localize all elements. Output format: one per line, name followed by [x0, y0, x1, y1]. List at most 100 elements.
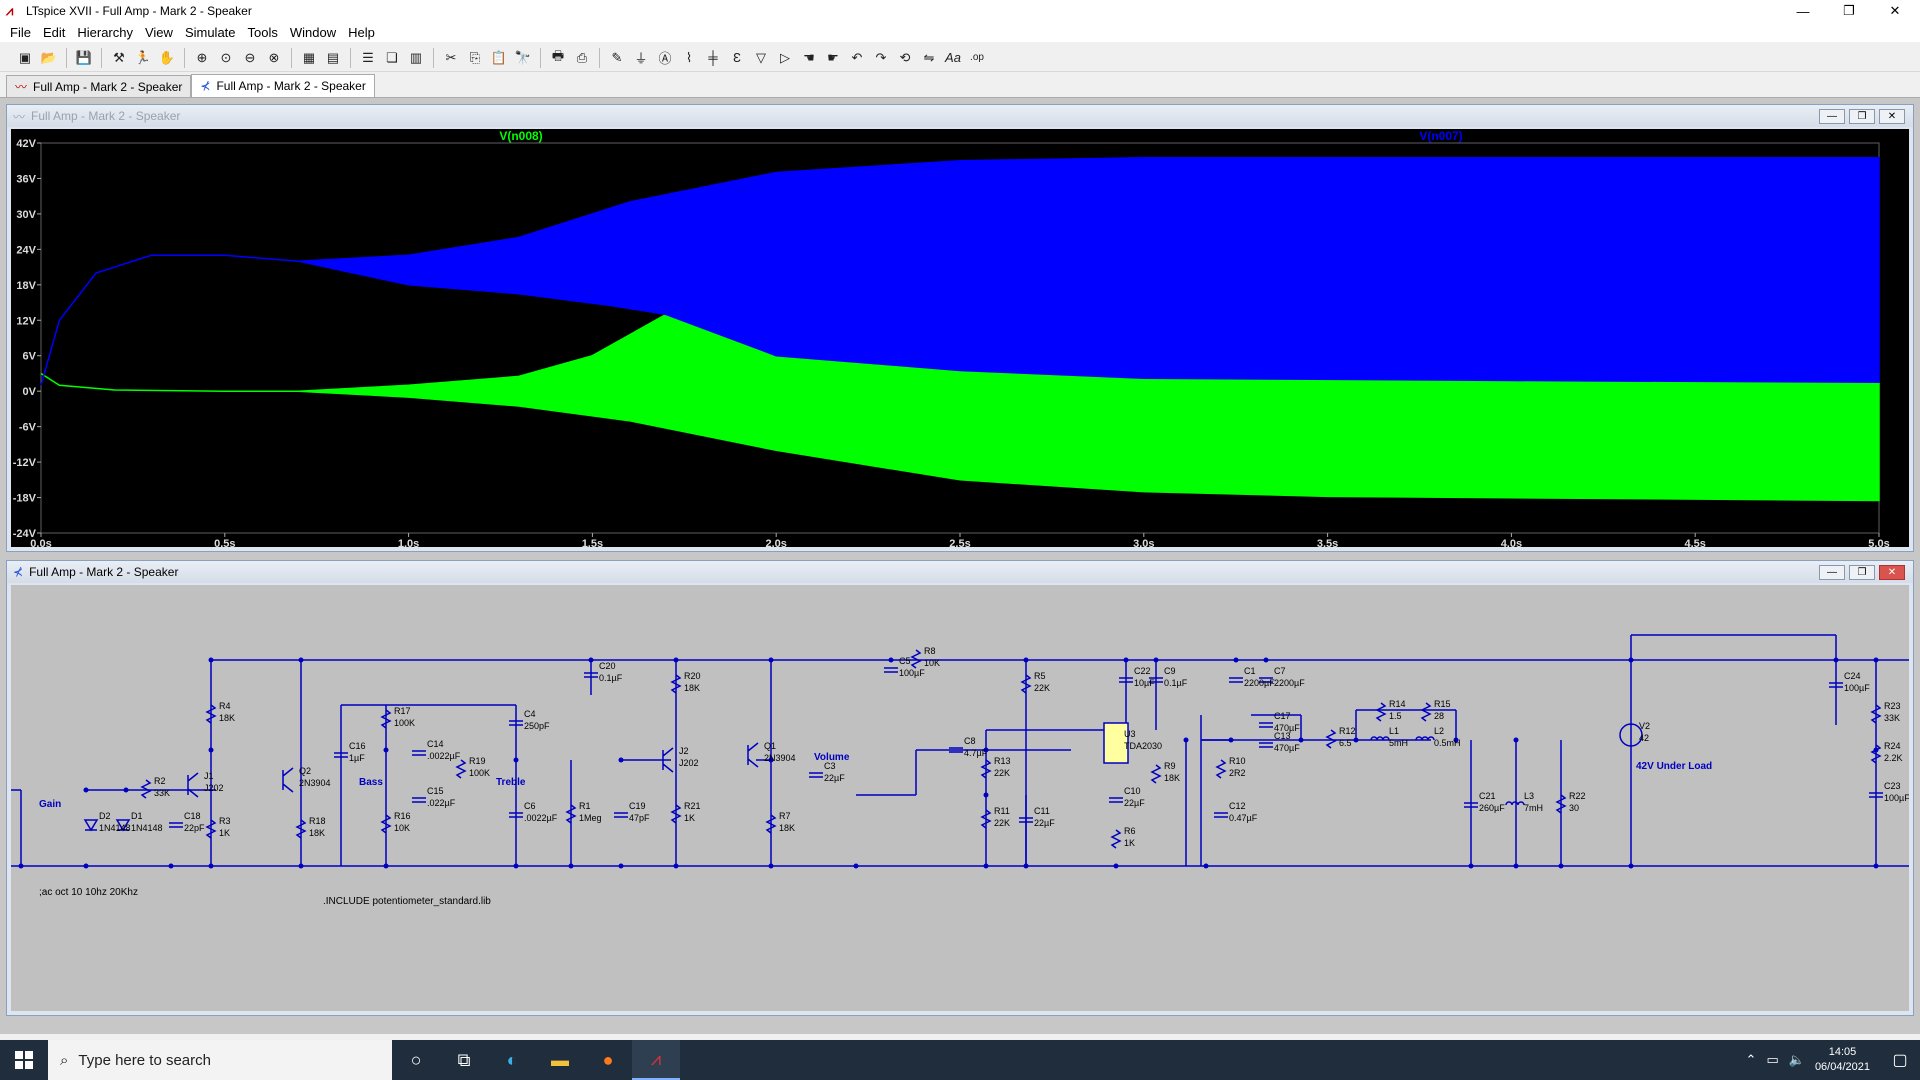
menu-window[interactable]: Window [284, 25, 342, 40]
halt-icon[interactable]: ✋ [156, 47, 178, 69]
junction-dot [768, 657, 774, 663]
minimize-button[interactable]: — [1780, 0, 1826, 22]
cortana-icon[interactable]: ○ [392, 1040, 440, 1080]
ground-icon[interactable]: ⏚ [630, 47, 652, 69]
grid-icon[interactable]: ▤ [322, 47, 344, 69]
component-ref-r19: R19 [469, 756, 486, 766]
junction-dot [208, 657, 214, 663]
text-icon[interactable]: Aa [942, 47, 964, 69]
pan-icon[interactable]: ⊙ [215, 47, 237, 69]
tab-schematic[interactable]: ⊀ Full Amp - Mark 2 - Speaker [191, 74, 375, 97]
junction-dot [1113, 863, 1119, 869]
copy-icon[interactable]: ⎘ [464, 47, 486, 69]
junction-dot [208, 863, 214, 869]
clock[interactable]: 14:05 06/04/2021 [1815, 1045, 1870, 1075]
schematic-window-titlebar[interactable]: ⊀ Full Amp - Mark 2 - Speaker [7, 561, 1913, 583]
component-ref-c9: C9 [1164, 666, 1176, 676]
tile-horizontal-icon[interactable]: ☰ [357, 47, 379, 69]
zoom-fit-icon[interactable]: ⊗ [263, 47, 285, 69]
menu-edit[interactable]: Edit [37, 25, 71, 40]
waveform-window-titlebar[interactable]: 〰 Full Amp - Mark 2 - Speaker [7, 105, 1913, 127]
meet-now-icon[interactable]: ▭ [1766, 1052, 1778, 1068]
junction-dot [83, 787, 89, 793]
menu-file[interactable]: File [4, 25, 37, 40]
schematic-drawing[interactable]: R233KD21N4148D11N4148C1822pFJ1J202R418KR… [11, 585, 1920, 1011]
schematic-window: ⊀ Full Amp - Mark 2 - Speaker — ❐ ✕ R2 33… [6, 560, 1920, 1016]
wire-icon[interactable]: ✎ [606, 47, 628, 69]
junction-dot [1873, 863, 1879, 869]
menu-view[interactable]: View [139, 25, 179, 40]
schematic-close-button[interactable]: ✕ [1879, 565, 1905, 580]
system-tray: ⌃ ▭ 🔈 14:05 06/04/2021 [1746, 1040, 1870, 1080]
volume-icon[interactable]: 🔈 [1789, 1052, 1805, 1068]
restore-button[interactable]: ❐ [1826, 0, 1872, 22]
component-value-c10: 22µF [1124, 798, 1145, 808]
firefox-icon[interactable]: ● [584, 1040, 632, 1080]
component-ref-c11: C11 [1034, 806, 1050, 816]
run-icon[interactable]: 🏃 [132, 47, 154, 69]
notification-icon[interactable]: ▢ [1888, 1048, 1912, 1072]
print-setup-icon[interactable]: 🖶 [547, 47, 569, 69]
component-ref-q1: Q1 [764, 741, 776, 751]
spice-directive-icon[interactable]: .op [966, 47, 988, 69]
tab-waveform[interactable]: 〰 Full Amp - Mark 2 - Speaker [6, 75, 192, 97]
waveform-plot[interactable]: 42V 36V 30V 24V 18V 12V 6V 0V -6V -12V -18V -24V 0.0… [11, 129, 1909, 550]
move-icon[interactable]: ☚ [798, 47, 820, 69]
schematic-canvas[interactable]: R2 33K D2 1N4148 D1 1N4148 C18 22pF J1 J202 R4 18K R… [11, 585, 1920, 1011]
menu-tools[interactable]: Tools [242, 25, 284, 40]
menu-hierarchy[interactable]: Hierarchy [71, 25, 139, 40]
cascade-icon[interactable]: ❏ [381, 47, 403, 69]
label-net-icon[interactable]: Ⓐ [654, 47, 676, 69]
start-button[interactable] [0, 1040, 48, 1080]
task-view-icon[interactable]: ⧉ [440, 1040, 488, 1080]
file-explorer-icon[interactable]: ▬ [536, 1040, 584, 1080]
taskbar-search[interactable]: ⌕ Type here to search [48, 1040, 392, 1080]
component-ref-r23: R23 [1884, 701, 1901, 711]
zoom-out-icon[interactable]: ⊖ [239, 47, 261, 69]
undo-icon[interactable]: ↶ [846, 47, 868, 69]
tile-vertical-icon[interactable]: ▥ [405, 47, 427, 69]
windows-logo-icon [15, 1051, 33, 1069]
x-tick-label: 5.0s [1868, 538, 1889, 549]
drag-icon[interactable]: ☛ [822, 47, 844, 69]
waveform-close-button[interactable]: ✕ [1879, 109, 1905, 124]
waveform-restore-button[interactable]: ❐ [1849, 109, 1875, 124]
find-icon[interactable]: 🔭 [512, 47, 534, 69]
schematic-minimize-button[interactable]: — [1819, 565, 1845, 580]
capacitor-symbol-c18 [169, 822, 183, 828]
junction-dot [673, 657, 679, 663]
open-icon[interactable]: 📂 [38, 47, 60, 69]
cut-icon[interactable]: ✂ [440, 47, 462, 69]
rotate-icon[interactable]: ⟲ [894, 47, 916, 69]
redo-icon[interactable]: ↷ [870, 47, 892, 69]
zoom-in-icon[interactable]: ⊕ [191, 47, 213, 69]
waveform-minimize-button[interactable]: — [1819, 109, 1845, 124]
control-panel-icon[interactable]: ⚒ [108, 47, 130, 69]
waveform-chart[interactable]: 42V36V30V24V18V12V6V0V-6V-12V-18V-24V0.0… [11, 129, 1909, 550]
menu-help[interactable]: Help [342, 25, 381, 40]
component-icon[interactable]: ▷ [774, 47, 796, 69]
capacitor-icon[interactable]: ╪ [702, 47, 724, 69]
mirror-icon[interactable]: ⇋ [918, 47, 940, 69]
diode-icon[interactable]: ▽ [750, 47, 772, 69]
new-schematic-icon[interactable]: ▣ [14, 47, 36, 69]
resistor-symbol-r6 [1110, 829, 1122, 849]
component-ref-r24: R24 [1884, 741, 1901, 751]
junction-dot [1228, 737, 1234, 743]
print-icon[interactable]: ⎙ [571, 47, 593, 69]
resistor-icon[interactable]: ⌇ [678, 47, 700, 69]
tab-label: Full Amp - Mark 2 - Speaker [216, 79, 366, 93]
component-ref-c21: C21 [1479, 791, 1496, 801]
edge-icon[interactable]: ◐ [488, 1040, 536, 1080]
chevron-up-icon[interactable]: ⌃ [1746, 1052, 1757, 1068]
ltspice-taskbar-icon[interactable]: ⩘ [632, 1040, 680, 1080]
save-icon[interactable]: 💾 [73, 47, 95, 69]
paste-icon[interactable]: 📋 [488, 47, 510, 69]
schematic-restore-button[interactable]: ❐ [1849, 565, 1875, 580]
inductor-icon[interactable]: Ɛ [726, 47, 748, 69]
component-ref-r10: R10 [1229, 756, 1246, 766]
close-button[interactable]: ✕ [1872, 0, 1918, 22]
junction-dot [208, 747, 214, 753]
autorange-icon[interactable]: ▦ [298, 47, 320, 69]
menu-simulate[interactable]: Simulate [179, 25, 242, 40]
